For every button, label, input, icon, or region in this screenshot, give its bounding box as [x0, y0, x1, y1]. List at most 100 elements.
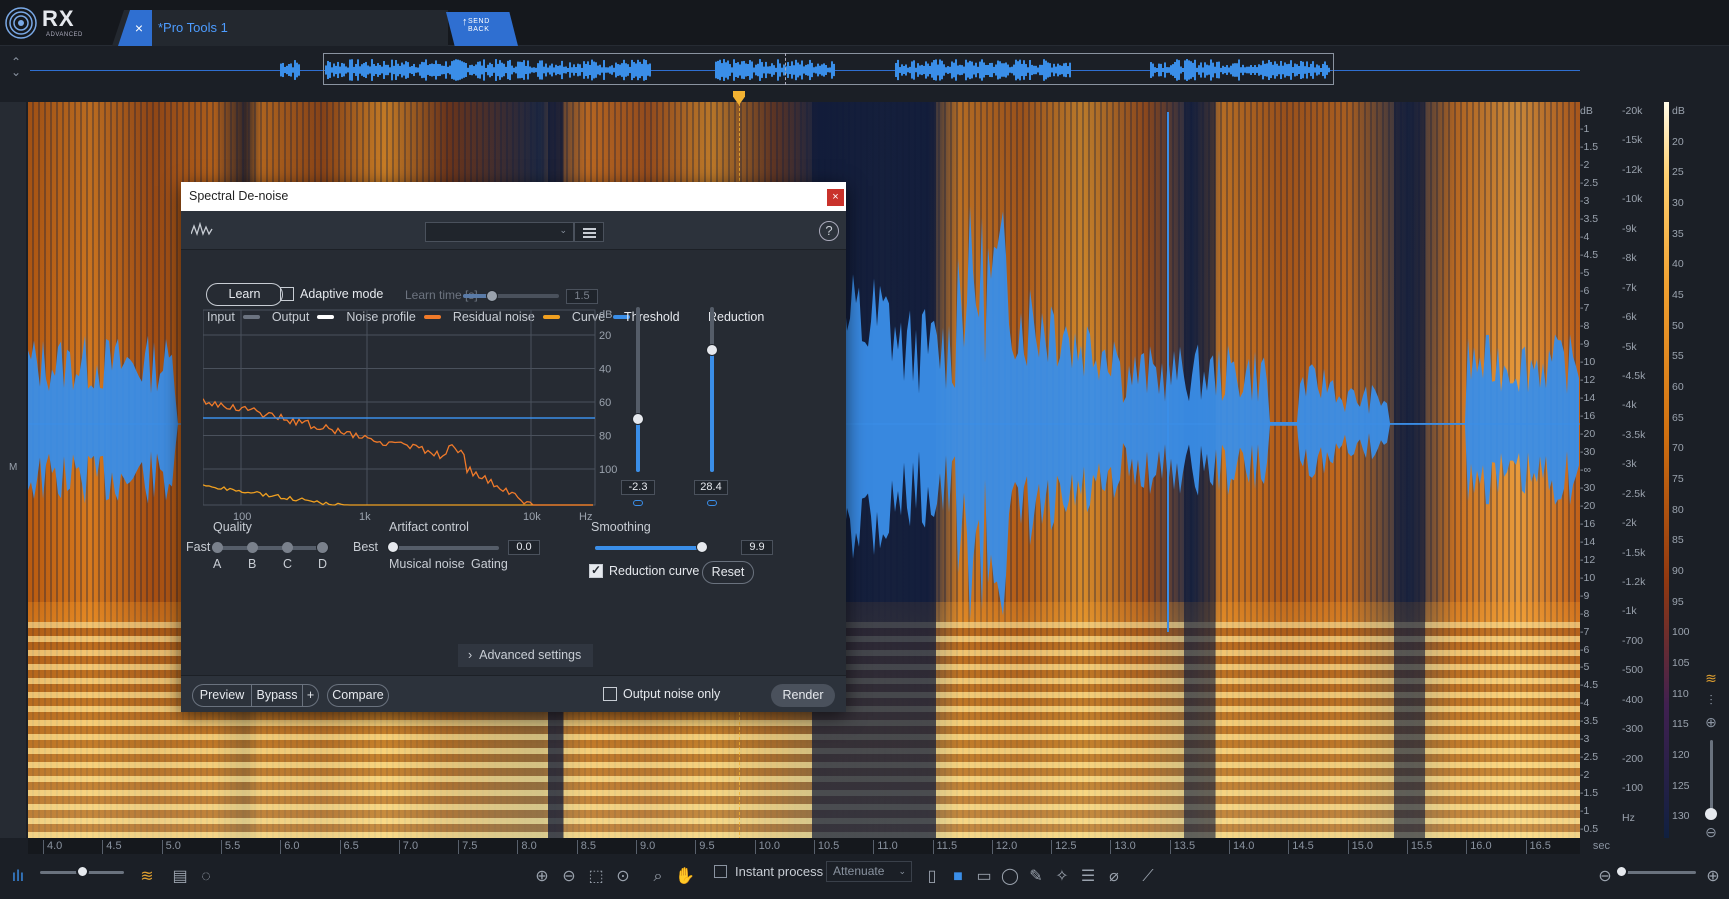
time-tick: 7.5: [458, 840, 477, 854]
threshold-value[interactable]: -2.3: [621, 480, 655, 495]
noise-profile-graph[interactable]: 100 1k 10k Hz dB 20 40 60 80 100: [203, 300, 623, 530]
quality-slider[interactable]: [217, 546, 323, 550]
scale-tick: -1.5: [1580, 787, 1599, 800]
help-button[interactable]: ?: [819, 221, 839, 241]
overview-wave-bar: [298, 64, 300, 76]
advanced-settings-toggle[interactable]: › Advanced settings: [458, 644, 593, 667]
smoothing-value[interactable]: 9.9: [741, 540, 773, 555]
scale-tick: -2.5: [1580, 751, 1599, 764]
compare-button[interactable]: Compare: [327, 684, 389, 707]
pencil-icon[interactable]: ⟋: [1136, 866, 1160, 888]
reduction-curve-toggle[interactable]: Reduction curve: [589, 563, 699, 578]
zoom-fit-icon[interactable]: ⊙: [611, 866, 635, 888]
quality-step-b[interactable]: [247, 542, 258, 553]
artifact-control-knob[interactable]: [387, 541, 399, 553]
threshold-knob[interactable]: [632, 413, 644, 426]
scale-tick: -2k: [1622, 517, 1637, 530]
freq-zoom-knob[interactable]: [1705, 808, 1717, 820]
preview-button[interactable]: Preview: [192, 684, 252, 707]
app-logo: RX ADVANCED: [4, 4, 114, 42]
quality-step-a[interactable]: [212, 542, 223, 553]
chat-icon[interactable]: ◌: [194, 866, 218, 888]
bypass-button[interactable]: Bypass: [251, 684, 303, 707]
amplitude-zoom-knob[interactable]: [76, 865, 89, 878]
x-tick-label: 10k: [523, 511, 541, 523]
lasso-icon[interactable]: ◯: [998, 866, 1022, 888]
hand-icon[interactable]: ✋: [673, 866, 697, 888]
scale-tick: -3.5k: [1622, 428, 1646, 441]
channel-rail[interactable]: M: [0, 102, 26, 838]
rx-editor-window: RX ADVANCED × *Pro Tools 1 ↑ SEND BACK ⌃…: [0, 0, 1729, 899]
render-button[interactable]: Render: [771, 684, 835, 707]
time-zoom-slider[interactable]: [1622, 871, 1696, 874]
artifact-control-slider[interactable]: [393, 546, 499, 550]
smoothing-knob[interactable]: [695, 541, 708, 553]
scale-tick: -8k: [1622, 252, 1637, 265]
waveform-overview[interactable]: ⌃ ⌄: [0, 47, 1729, 95]
scale-tick: -1: [1580, 805, 1590, 818]
scale-tick: -4k: [1622, 399, 1637, 412]
magnifier-icon[interactable]: ⌕: [646, 866, 670, 888]
zoom-in-time-icon[interactable]: ⊕: [1701, 866, 1725, 888]
spectrogram-settings-icon[interactable]: ≋: [1700, 668, 1722, 688]
threshold-link-icon[interactable]: [633, 500, 643, 506]
attenuate-icon[interactable]: ⌀: [1102, 866, 1126, 888]
adaptive-mode-label: Adaptive mode: [300, 287, 384, 301]
zoom-selection-icon[interactable]: ⬚: [584, 866, 608, 888]
adaptive-mode-toggle[interactable]: Adaptive mode: [280, 287, 383, 301]
notes-icon[interactable]: ▤: [168, 866, 192, 888]
time-zoom-knob[interactable]: [1615, 865, 1628, 878]
app-edition: ADVANCED: [46, 32, 83, 38]
waveform-settings-icon[interactable]: ⫶: [1700, 690, 1722, 710]
zoom-in-freq-icon[interactable]: ⊕: [1700, 712, 1722, 732]
reduction-curve-checkbox[interactable]: [589, 563, 603, 578]
time-tick: 11.5: [932, 840, 957, 854]
scale-tick: 95: [1672, 595, 1684, 608]
quality-step-d[interactable]: [316, 541, 329, 554]
zoom-out-time-icon[interactable]: ⊖: [1593, 866, 1617, 888]
overview-wave-bar: [296, 62, 298, 78]
send-back-button[interactable]: ↑ SEND BACK: [446, 12, 518, 46]
instant-mode-select[interactable]: Attenuate ⌄: [826, 861, 912, 882]
scale-tick: -3k: [1622, 458, 1637, 471]
output-noise-only-checkbox[interactable]: [603, 687, 617, 701]
zoom-out-icon[interactable]: ⊖: [557, 866, 581, 888]
freq-select-icon[interactable]: ▭: [972, 866, 996, 888]
artifact-control-value[interactable]: 0.0: [508, 540, 540, 555]
add-compare-button[interactable]: +: [302, 684, 319, 707]
zoom-in-icon[interactable]: ⊕: [530, 866, 554, 888]
freq-zoom-slider[interactable]: [1710, 740, 1713, 810]
overview-view-range[interactable]: [323, 53, 1334, 85]
reduction-knob[interactable]: [706, 343, 718, 356]
adaptive-mode-checkbox[interactable]: [280, 287, 294, 301]
time-select-icon[interactable]: ▯: [920, 866, 944, 888]
magic-wand-icon[interactable]: ✧: [1050, 866, 1074, 888]
spectral-denoise-dialog: Spectral De-noise × ⌄ ? Learn Adaptive m…: [181, 182, 846, 712]
output-noise-only-toggle[interactable]: Output noise only: [603, 687, 720, 701]
spectrogram-toggle-icon[interactable]: ≋: [135, 866, 159, 888]
instant-process-toggle[interactable]: Instant process: [714, 864, 823, 879]
tab-title[interactable]: *Pro Tools 1: [158, 20, 228, 35]
preset-menu-button[interactable]: [574, 222, 604, 242]
time-tick: 11.0: [873, 840, 898, 854]
waveform-view-icon[interactable]: ılı: [6, 866, 30, 888]
preset-select[interactable]: ⌄: [425, 222, 574, 242]
reduction-link-icon[interactable]: [707, 500, 717, 506]
dialog-close-button[interactable]: ×: [827, 189, 844, 206]
rect-select-icon[interactable]: ■: [946, 866, 970, 888]
time-ruler[interactable]: 4.0 4.5 5.0 5.5 6.0 6.5 7.0 7.5 8.0 8.5 9.0 9.5 10.0…: [28, 838, 1610, 854]
reset-button[interactable]: Reset: [702, 561, 754, 584]
scale-tick: 130: [1672, 810, 1690, 823]
quality-step-c[interactable]: [282, 542, 293, 553]
brush-icon[interactable]: ✎: [1024, 866, 1048, 888]
chevron-right-icon: ›: [468, 648, 480, 662]
noise-profile-plot: 100 1k 10k HzdB20406080100: [203, 309, 617, 523]
top-bar: RX ADVANCED × *Pro Tools 1 ↑ SEND BACK: [0, 0, 1729, 46]
reduction-value[interactable]: 28.4: [694, 480, 728, 495]
dialog-title[interactable]: Spectral De-noise: [181, 182, 846, 211]
instant-process-checkbox[interactable]: [714, 865, 727, 878]
harmonic-select-icon[interactable]: ☰: [1076, 866, 1100, 888]
zoom-out-freq-icon[interactable]: ⊖: [1700, 822, 1722, 842]
send-back-line1: SEND: [468, 18, 490, 25]
scale-tick: -200: [1622, 752, 1644, 765]
